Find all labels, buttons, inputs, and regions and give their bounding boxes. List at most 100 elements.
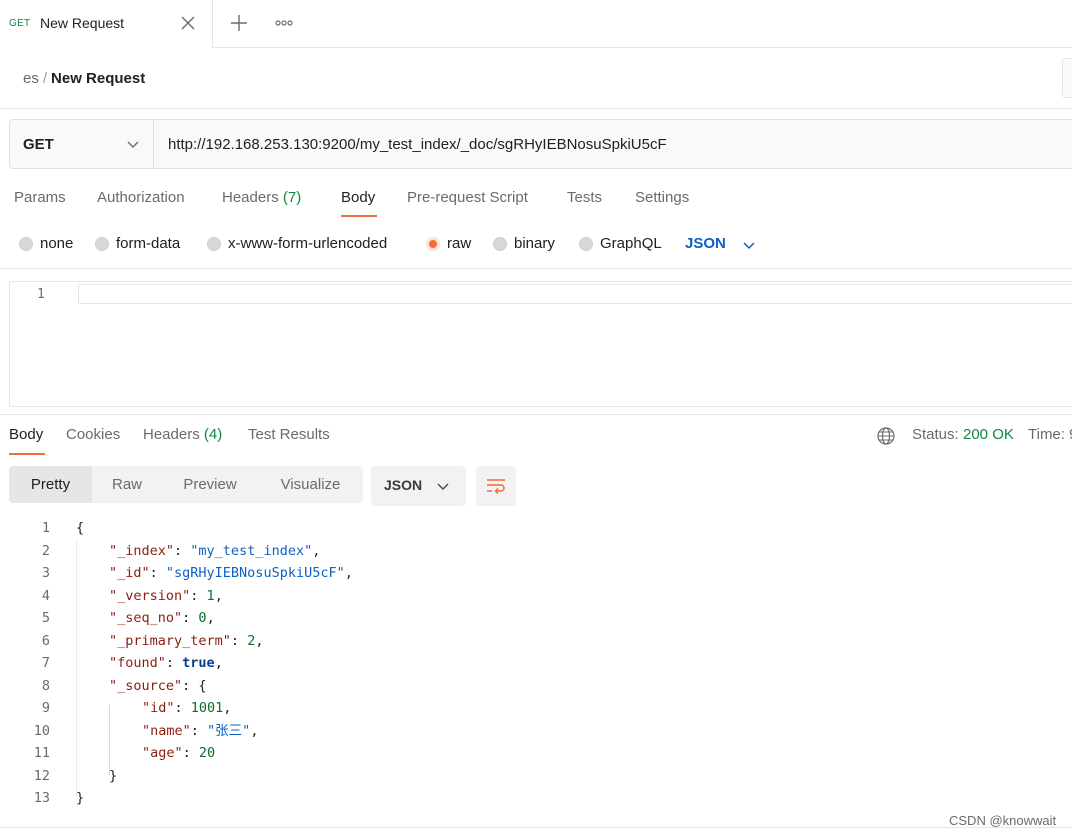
json-key: "_version" (109, 587, 191, 604)
method-select[interactable]: GET (10, 120, 154, 168)
breadcrumb-collection[interactable]: es (23, 70, 39, 87)
time-label[interactable]: Time: 9 (1028, 426, 1072, 443)
radio-dot (493, 237, 507, 251)
radio-graphql-label: GraphQL (600, 235, 662, 252)
line-number: 5 (41, 610, 50, 626)
body-format-label: JSON (685, 235, 726, 252)
radio-dot-selected (426, 237, 440, 251)
line-number: 3 (41, 565, 50, 581)
json-punctuation: : (182, 610, 199, 626)
chevron-down-icon (127, 141, 139, 148)
line-number: 7 (41, 655, 50, 671)
code-text: "_primary_term": 2, (109, 630, 263, 652)
request-body-editor[interactable]: 1 (9, 281, 1072, 407)
json-value: "sgRHyIEBNosuSpkiU5cF" (165, 565, 345, 581)
wrap-lines-button[interactable] (476, 466, 516, 506)
url-input[interactable] (155, 120, 1072, 168)
json-key: "_source" (109, 677, 183, 694)
code-text: "age": 20 (142, 742, 215, 764)
status-value[interactable]: 200 OK (963, 426, 1014, 443)
json-value: "张三" (207, 722, 251, 739)
json-key: "age" (142, 745, 183, 761)
body-format-dropdown[interactable]: JSON (685, 235, 755, 252)
line-number: 13 (33, 790, 50, 806)
resp-tab-body[interactable]: Body (9, 426, 43, 443)
request-tab[interactable]: GET New Request (0, 0, 213, 48)
view-visualize[interactable]: Visualize (258, 466, 363, 503)
tab-settings[interactable]: Settings (635, 189, 689, 206)
status-label: Status: (912, 426, 959, 443)
breadcrumb: es / New Request (23, 70, 145, 87)
line-number: 2 (41, 542, 50, 559)
json-value: 1 (206, 587, 215, 604)
response-body[interactable]: 1 {2 "_index": "my_test_index", 3 "_id": "sg… (0, 517, 1072, 817)
tab-pre-request-script[interactable]: Pre-request Script (407, 189, 528, 206)
json-punctuation: : (182, 745, 199, 761)
json-punctuation: : (230, 632, 248, 649)
json-value: 20 (198, 745, 216, 761)
new-tab-plus-icon[interactable] (228, 12, 250, 34)
radio-none-label: none (40, 235, 74, 252)
code-text: "found": true, (109, 652, 223, 674)
tab-headers[interactable]: Headers (7) (222, 189, 301, 206)
resp-tab-headers[interactable]: Headers (4) (143, 426, 222, 443)
line-number: 1 (41, 520, 50, 536)
json-punctuation: , (206, 610, 215, 626)
json-punctuation: , (214, 587, 223, 604)
radio-dot (95, 237, 109, 251)
breadcrumb-separator: / (42, 70, 48, 87)
active-tab-indicator (9, 453, 45, 455)
json-punctuation: } (109, 767, 118, 784)
divider (0, 268, 1072, 269)
pane-divider[interactable] (0, 414, 1072, 415)
chevron-down-icon (743, 242, 755, 250)
active-line[interactable] (78, 284, 1072, 304)
tab-authorization[interactable]: Authorization (97, 189, 185, 206)
resp-tab-cookies[interactable]: Cookies (66, 426, 120, 443)
json-key: "name" (142, 722, 191, 739)
tab-body[interactable]: Body (341, 189, 375, 206)
json-value: 0 (198, 610, 207, 626)
close-icon[interactable] (179, 14, 197, 32)
code-text: } (76, 787, 84, 809)
json-punctuation: : (174, 700, 191, 716)
line-number: 6 (41, 632, 50, 649)
line-number: 11 (33, 745, 50, 761)
json-key: "_primary_term" (109, 632, 231, 649)
save-button-edge[interactable] (1062, 58, 1072, 98)
tab-headers-count: (7) (282, 189, 302, 206)
breadcrumb-request-name[interactable]: New Request (51, 70, 145, 87)
code-text: "name": "张三", (142, 720, 258, 742)
radio-raw-label: raw (447, 235, 472, 252)
view-pretty[interactable]: Pretty (9, 466, 92, 503)
json-punctuation: : (149, 565, 166, 581)
json-punctuation: , (344, 565, 353, 581)
view-raw[interactable]: Raw (92, 466, 162, 503)
resp-tab-test-results[interactable]: Test Results (248, 426, 330, 443)
json-punctuation: : (174, 542, 191, 559)
code-text: { (76, 517, 84, 539)
json-punctuation: : (165, 655, 183, 671)
tab-params[interactable]: Params (14, 189, 66, 206)
more-options-icon[interactable] (272, 13, 296, 33)
radio-dot (19, 237, 33, 251)
globe-icon[interactable] (876, 426, 896, 446)
tab-headers-label: Headers (222, 189, 279, 206)
code-text: "_index": "my_test_index", (109, 540, 320, 562)
response-format-dropdown[interactable]: JSON (371, 466, 466, 506)
indent-guide (76, 539, 77, 797)
json-key: "_index" (109, 542, 175, 559)
line-number: 10 (33, 722, 50, 739)
json-key: "_id" (109, 565, 150, 581)
view-preview[interactable]: Preview (162, 466, 258, 503)
json-punctuation: , (223, 700, 232, 716)
json-punctuation: , (312, 542, 321, 559)
resp-tab-headers-count: (4) (203, 426, 223, 443)
json-punctuation: : (190, 587, 207, 604)
tab-tests[interactable]: Tests (567, 189, 602, 206)
radio-form-data-label: form-data (116, 235, 181, 252)
json-key: "id" (142, 700, 175, 716)
response-view-modes: Pretty Raw Preview Visualize (9, 466, 363, 503)
radio-dot (207, 237, 221, 251)
line-number: 12 (33, 767, 50, 784)
